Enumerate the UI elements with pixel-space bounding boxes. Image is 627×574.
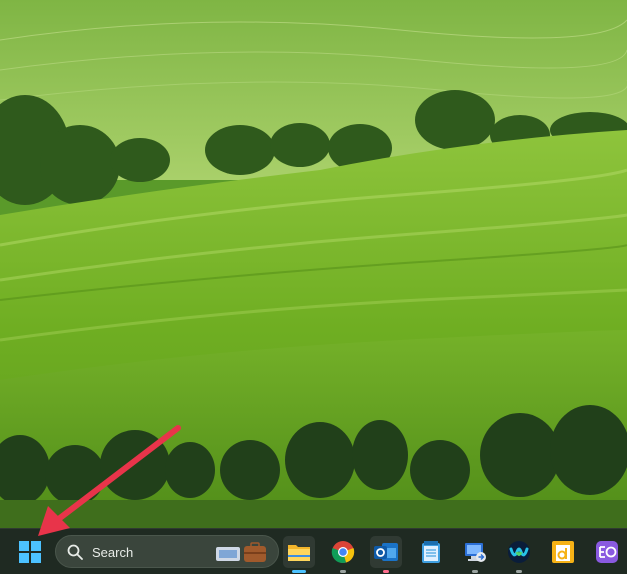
search-icon — [67, 544, 83, 560]
webex-icon — [508, 541, 530, 563]
green-hills-wallpaper — [0, 0, 627, 528]
taskbar-outlook[interactable] — [370, 536, 402, 573]
taskbar-app-d[interactable] — [547, 536, 579, 568]
taskbar-webex[interactable] — [503, 536, 535, 573]
search-highlight-illustration-icon — [216, 542, 266, 562]
remote-desktop-icon — [465, 543, 486, 562]
search-label: Search — [92, 545, 134, 560]
running-indicator — [383, 570, 389, 573]
running-indicator — [516, 570, 522, 573]
taskbar-notepad[interactable] — [415, 536, 447, 568]
search-box[interactable]: Search — [55, 535, 279, 568]
notepad-icon — [422, 541, 440, 563]
outlook-icon — [374, 543, 398, 561]
eo-app-icon — [596, 541, 618, 563]
windows-logo-icon — [19, 541, 41, 563]
taskbar-file-explorer[interactable] — [283, 536, 315, 573]
running-indicator — [292, 570, 306, 573]
app-d-icon — [552, 541, 574, 563]
start-button[interactable] — [14, 536, 46, 568]
taskbar: Search — [0, 528, 627, 574]
taskbar-remote-desktop[interactable] — [459, 536, 491, 573]
file-explorer-icon — [288, 545, 310, 561]
chrome-icon — [331, 541, 355, 563]
running-indicator — [340, 570, 346, 573]
running-indicator — [472, 570, 478, 573]
taskbar-eo-app[interactable] — [591, 536, 623, 568]
desktop-wallpaper — [0, 0, 627, 528]
taskbar-chrome[interactable] — [327, 536, 359, 573]
